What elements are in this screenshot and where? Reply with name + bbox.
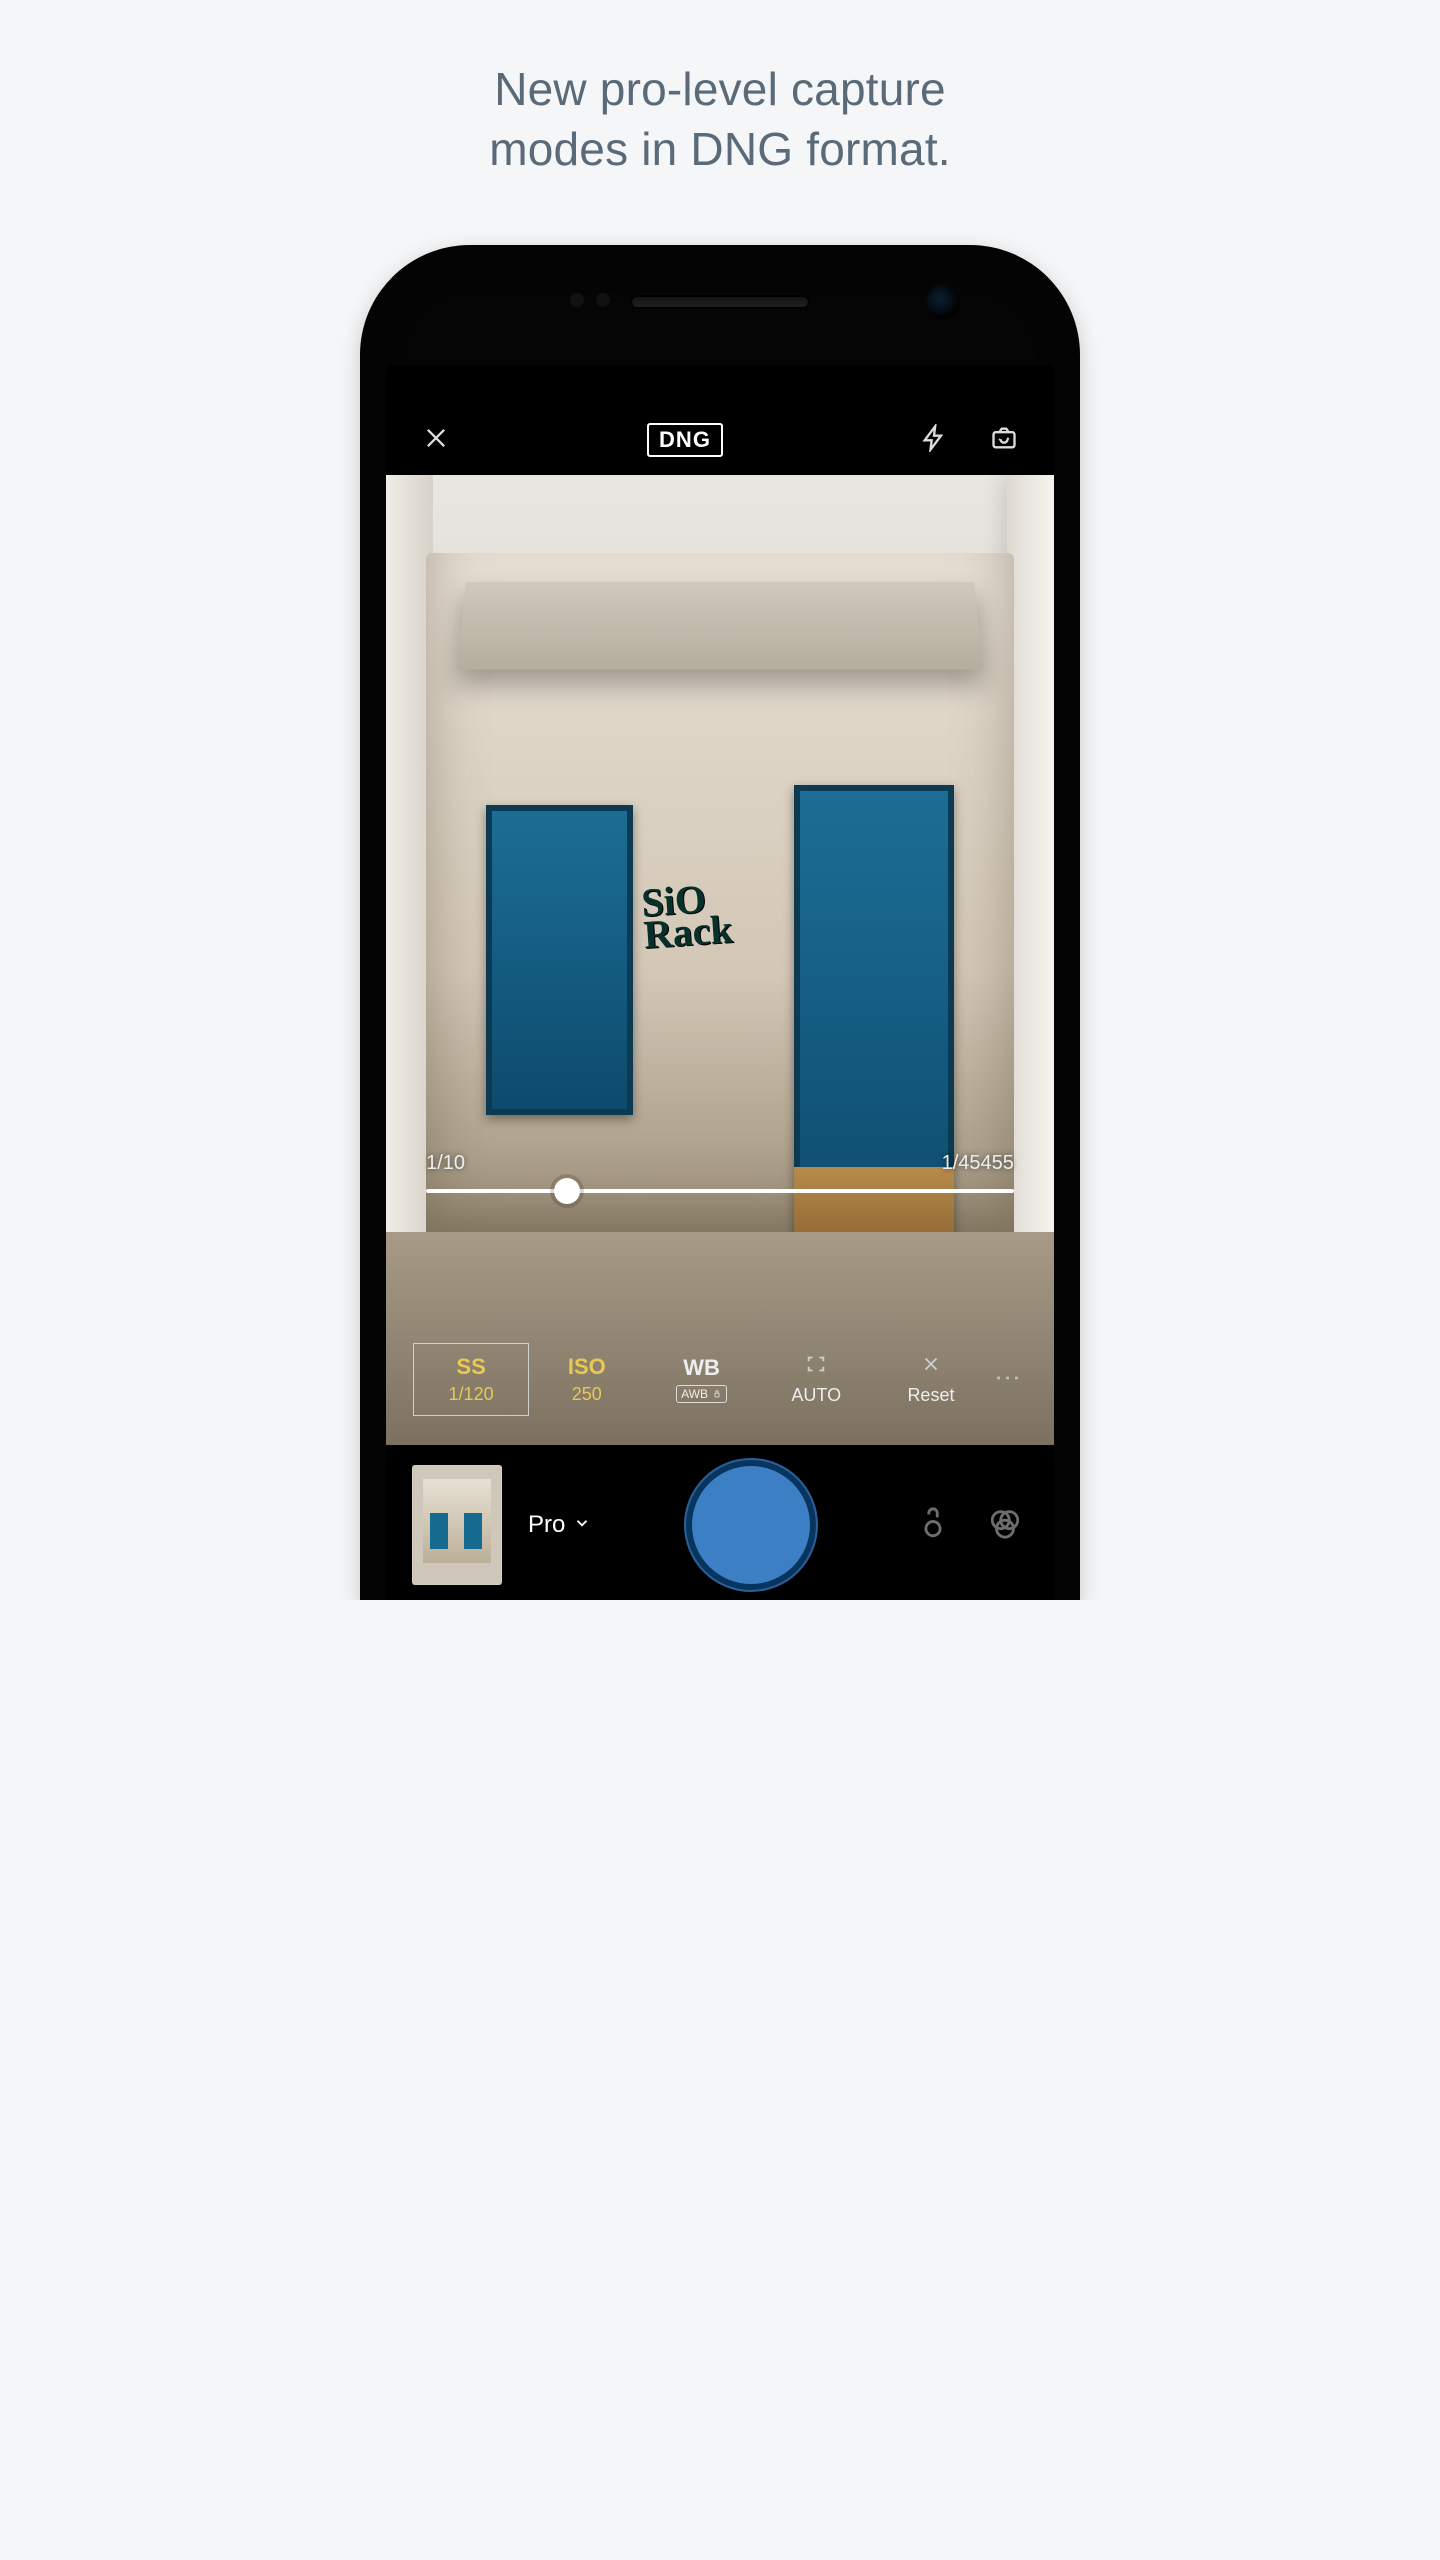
filters-button[interactable] (982, 1502, 1028, 1548)
param-focus-value: AUTO (791, 1385, 841, 1406)
slider-max-label: 1/45455 (942, 1152, 1014, 1175)
close-button[interactable] (416, 420, 456, 460)
focus-frame-icon (805, 1353, 827, 1381)
camera-bottombar: Pro (386, 1445, 1054, 1600)
reset-x-icon (920, 1353, 942, 1381)
param-reset[interactable]: Reset (874, 1343, 989, 1416)
capture-params-row: SS 1/120 ISO 250 WB AWB (413, 1343, 1028, 1416)
chevron-down-icon (573, 1511, 591, 1539)
switch-camera-button[interactable] (984, 420, 1024, 460)
param-iso[interactable]: ISO 250 (529, 1343, 644, 1416)
shutter-button[interactable] (686, 1460, 816, 1590)
camera-topbar: DNG (386, 405, 1054, 475)
phone-mockup: DNG (360, 245, 1080, 1600)
flash-toggle[interactable] (914, 420, 954, 460)
switch-camera-icon (990, 424, 1018, 457)
capture-mode-label: Pro (528, 1511, 565, 1539)
close-icon (422, 424, 450, 457)
param-wb-chip: AWB (676, 1385, 727, 1403)
format-badge[interactable]: DNG (647, 423, 723, 457)
kebab-icon: ⋮ (992, 1365, 1023, 1393)
phone-speaker (630, 295, 810, 309)
slider-min-label: 1/10 (426, 1152, 465, 1175)
slider-track[interactable] (426, 1189, 1014, 1193)
exposure-lock-icon (916, 1506, 950, 1545)
capture-mode-picker[interactable]: Pro (528, 1511, 591, 1539)
flash-icon (920, 424, 948, 457)
param-wb-title: WB (683, 1355, 720, 1381)
last-photo-thumbnail[interactable] (412, 1465, 502, 1585)
phone-front-camera (926, 285, 960, 319)
shutter-speed-slider[interactable]: 1/10 1/45455 (426, 1152, 1014, 1193)
phone-sensors (570, 293, 610, 307)
exposure-lock-button[interactable] (910, 1502, 956, 1548)
status-bar (386, 365, 1054, 405)
slider-thumb[interactable] (554, 1178, 580, 1204)
param-focus[interactable]: AUTO (759, 1343, 874, 1416)
param-ss-value: 1/120 (449, 1384, 494, 1405)
param-ss-title: SS (456, 1354, 485, 1380)
param-white-balance[interactable]: WB AWB (644, 1343, 759, 1416)
more-params-button[interactable]: ⋮ (988, 1343, 1027, 1416)
camera-viewfinder[interactable]: SiORack 1/10 1/45455 (386, 475, 1054, 1445)
param-iso-title: ISO (568, 1354, 606, 1380)
param-iso-value: 250 (572, 1384, 602, 1405)
filters-icon (988, 1506, 1022, 1545)
promo-headline: New pro-level capture modes in DNG forma… (270, 0, 1170, 180)
param-reset-label: Reset (907, 1385, 954, 1406)
camera-app-screen: DNG (386, 365, 1054, 1600)
promo-headline-line1: New pro-level capture (494, 63, 946, 115)
promo-headline-line2: modes in DNG format. (489, 123, 951, 175)
param-shutter-speed[interactable]: SS 1/120 (413, 1343, 530, 1416)
